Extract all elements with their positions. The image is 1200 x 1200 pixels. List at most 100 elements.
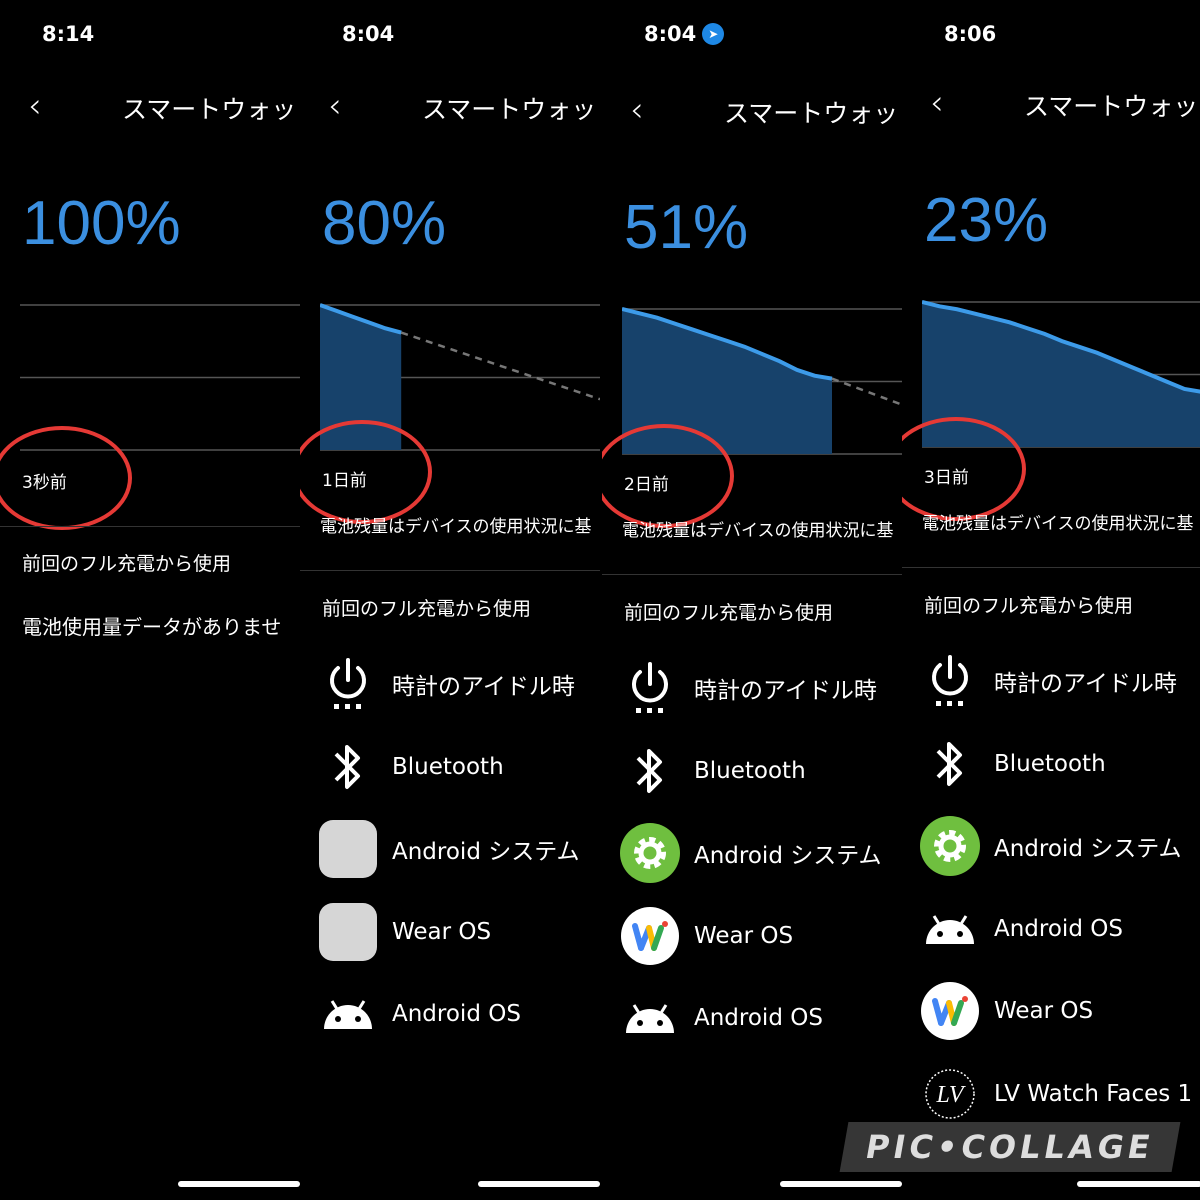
time-text: 8:06	[944, 22, 997, 46]
app-name: Android OS	[994, 915, 1123, 942]
power-icon	[318, 654, 378, 714]
no-data-message: 電池使用量データがありませ	[22, 615, 282, 639]
red-circle-annotation	[300, 420, 432, 524]
app-usage-item[interactable]: Bluetooth	[620, 741, 902, 801]
battery-percent: 80%	[322, 189, 447, 258]
divider	[602, 574, 902, 575]
back-button[interactable]: ‹	[630, 90, 644, 130]
page-title: スマートウォッ	[724, 99, 899, 128]
time-text: 8:04	[644, 22, 697, 46]
app-usage-item[interactable]: LV LV Watch Faces 1	[920, 1064, 1200, 1124]
section-header: 前回のフル充電から使用	[322, 598, 532, 620]
home-indicator[interactable]	[1077, 1181, 1200, 1187]
wear-os-icon	[620, 906, 680, 966]
phone-screenshot-panel: 8:04 ‹ スマートウォッ 80% 1日前 電池残量はデバイスの使用状況に基 …	[300, 0, 600, 1200]
android-icon	[920, 899, 980, 959]
home-indicator[interactable]	[478, 1181, 600, 1187]
app-name: Wear OS	[392, 918, 492, 945]
bluetooth-icon	[920, 734, 980, 794]
app-name: LV Watch Faces 1	[994, 1080, 1193, 1107]
wear-os-icon	[920, 981, 980, 1041]
section-header: 前回のフル充電から使用	[22, 553, 232, 575]
power-icon	[920, 651, 980, 711]
battery-percent: 51%	[624, 193, 749, 262]
battery-disclaimer: 電池残量はデバイスの使用状況に基	[320, 517, 592, 537]
app-name: Bluetooth	[392, 753, 504, 780]
battery-percent: 23%	[924, 186, 1049, 255]
app-name: Android システム	[392, 839, 580, 865]
divider	[902, 567, 1200, 568]
chevron-left-icon: ‹	[930, 83, 944, 123]
app-usage-item[interactable]: Android OS	[318, 984, 600, 1044]
app-name: Wear OS	[994, 998, 1094, 1024]
pic-collage-watermark: PIC•COLLAGE	[839, 1122, 1181, 1172]
chevron-left-icon: ‹	[630, 90, 644, 130]
status-bar-time: 8:04 ➤	[644, 22, 725, 46]
chevron-left-icon: ‹	[28, 86, 42, 126]
android-icon	[620, 988, 680, 1048]
app-usage-item[interactable]: 時計のアイドル時	[920, 651, 1200, 711]
app-name: Android システム	[994, 836, 1182, 862]
status-bar-time: 8:14	[42, 22, 94, 46]
red-circle-annotation	[602, 424, 734, 528]
app-name: Bluetooth	[994, 750, 1106, 777]
red-circle-annotation	[0, 426, 132, 530]
app-usage-item[interactable]: Android OS	[620, 988, 902, 1048]
battery-disclaimer: 電池残量はデバイスの使用状況に基	[922, 514, 1194, 534]
app-usage-item[interactable]: Android システム	[920, 816, 1200, 876]
time-text: 8:14	[42, 22, 95, 46]
battery-disclaimer: 電池残量はデバイスの使用状況に基	[622, 521, 894, 541]
app-usage-item[interactable]: Wear OS	[920, 981, 1200, 1041]
projection-line	[400, 331, 600, 401]
app-usage-item[interactable]: Android OS	[920, 899, 1200, 959]
status-bar-time: 8:06	[944, 22, 996, 46]
section-header: 前回のフル充電から使用	[924, 595, 1134, 617]
bluetooth-icon	[620, 741, 680, 801]
app-name: Android OS	[694, 1005, 823, 1031]
divider	[0, 526, 300, 527]
home-indicator[interactable]	[780, 1181, 902, 1187]
lv-logo-icon: LV	[920, 1064, 980, 1124]
home-indicator[interactable]	[178, 1181, 300, 1187]
app-usage-item[interactable]: Bluetooth	[318, 737, 600, 797]
page-title: スマートウォッ	[122, 95, 297, 124]
back-button[interactable]: ‹	[930, 83, 944, 123]
page-title: スマートウォッ	[422, 95, 597, 124]
divider	[300, 570, 600, 571]
app-name: Android OS	[392, 1001, 521, 1027]
app-name: 時計のアイドル時	[694, 678, 877, 704]
projection-line	[831, 377, 902, 406]
app-usage-item[interactable]: Android システム	[318, 819, 600, 879]
bluetooth-icon	[318, 737, 378, 797]
app-usage-item[interactable]: Android システム	[620, 823, 902, 883]
app-name: Wear OS	[694, 922, 794, 949]
app-name: Bluetooth	[694, 757, 806, 784]
battery-percent: 100%	[22, 189, 181, 258]
page-title: スマートウォッ	[1024, 92, 1199, 121]
power-icon	[620, 658, 680, 718]
status-bar-time: 8:04	[342, 22, 394, 46]
app-usage-item[interactable]: Wear OS	[620, 906, 902, 966]
time-text: 8:04	[342, 22, 395, 46]
app-name: 時計のアイドル時	[392, 674, 575, 700]
location-arrow-icon: ➤	[702, 23, 725, 45]
app-usage-item[interactable]: Bluetooth	[920, 734, 1200, 794]
app-name: 時計のアイドル時	[994, 671, 1177, 697]
app-name: Android システム	[694, 843, 882, 869]
app-usage-item[interactable]: Wear OS	[318, 902, 600, 962]
phone-screenshot-panel: 8:14 ‹ スマートウォッ 100% 3秒前 前回のフル充電から使用 電池使用…	[0, 0, 300, 1200]
back-button[interactable]: ‹	[28, 86, 42, 126]
placeholder-app-icon	[318, 902, 378, 962]
phone-screenshot-panel: 8:04 ➤ ‹ スマートウォッ 51% 2日前 電池残量はデバイスの使用状況に基…	[602, 0, 902, 1200]
section-header: 前回のフル充電から使用	[624, 602, 834, 624]
android-icon	[318, 984, 378, 1044]
svg-text:LV: LV	[935, 1082, 965, 1108]
app-usage-item[interactable]: 時計のアイドル時	[620, 658, 902, 718]
app-usage-item[interactable]: 時計のアイドル時	[318, 654, 600, 714]
placeholder-app-icon	[318, 819, 378, 879]
chevron-left-icon: ‹	[328, 86, 342, 126]
gear-icon	[620, 823, 680, 883]
back-button[interactable]: ‹	[328, 86, 342, 126]
gear-icon	[920, 816, 980, 876]
phone-screenshot-panel: 8:06 ‹ スマートウォッ 23% 3日前 電池残量はデバイスの使用状況に基 …	[902, 0, 1200, 1200]
